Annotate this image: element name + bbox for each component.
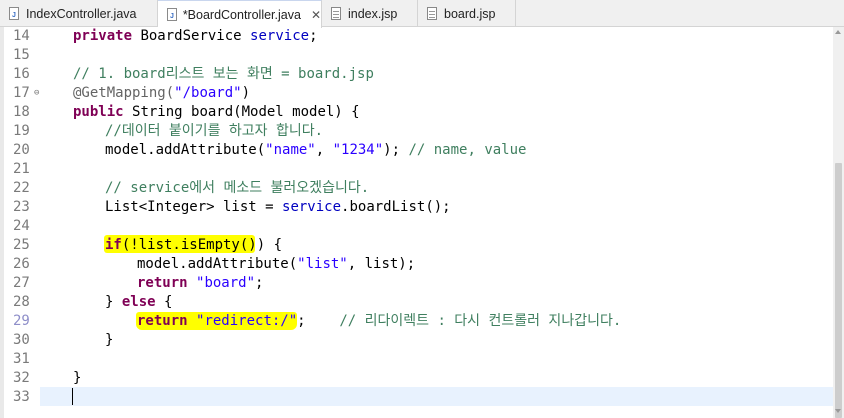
line-number: 17 xyxy=(13,85,30,101)
code-line: //데이터 붙이기를 하고자 합니다. xyxy=(105,123,324,139)
code-line: if(!list.isEmpty()) { xyxy=(105,237,283,253)
code-line: } xyxy=(105,332,114,348)
line-number: 25 xyxy=(13,237,30,253)
line-number: 30 xyxy=(13,332,30,348)
line-number: 32 xyxy=(13,370,30,386)
code-line: return "redirect:/"; // 리다이렉트 : 다시 컨트롤러 … xyxy=(137,313,622,329)
code-line: public String board(Model model) { xyxy=(73,104,360,120)
line-number: 15 xyxy=(13,47,30,63)
tab-index-controller[interactable]: J IndexController.java xyxy=(0,0,158,27)
close-icon[interactable]: ✕ xyxy=(311,8,321,22)
line-number: 33 xyxy=(13,389,30,405)
code-line: List<Integer> list = service.boardList()… xyxy=(105,199,451,215)
java-file-icon: J xyxy=(166,7,177,22)
line-number: 19 xyxy=(13,123,30,139)
tab-label: board.jsp xyxy=(444,6,496,21)
tab-label: *BoardController.java xyxy=(182,7,301,22)
code-line: model.addAttribute("list", list); xyxy=(137,256,416,272)
fold-collapse-icon[interactable]: ⊖ xyxy=(34,84,39,103)
text-caret xyxy=(72,388,73,405)
line-number: 18 xyxy=(13,104,30,120)
code-line: return "board"; xyxy=(137,275,264,291)
code-editor[interactable]: private BoardService service; // 1. boar… xyxy=(40,27,833,418)
line-number: 21 xyxy=(13,161,30,177)
jsp-file-icon xyxy=(330,6,342,21)
line-number: 24 xyxy=(13,218,30,234)
line-number-modified: 29 xyxy=(13,313,30,329)
scrollbar-thumb[interactable] xyxy=(835,163,842,418)
tab-board-controller[interactable]: J *BoardController.java ✕ xyxy=(158,0,322,28)
line-number: 31 xyxy=(13,351,30,367)
line-number: 27 xyxy=(13,275,30,291)
tab-label: index.jsp xyxy=(348,6,398,21)
jsp-file-icon xyxy=(426,6,438,21)
tab-board-jsp[interactable]: board.jsp xyxy=(418,0,516,27)
line-number: 22 xyxy=(13,180,30,196)
line-number: 16 xyxy=(13,66,30,82)
line-number: 20 xyxy=(13,142,30,158)
java-file-icon: J xyxy=(8,6,20,21)
code-line: } else { xyxy=(105,294,173,310)
line-number-gutter: 14 15 16 17 ⊖ 18 19 20 21 22 23 24 25 26… xyxy=(4,27,40,418)
scroll-down-arrow-icon[interactable] xyxy=(835,409,841,413)
code-line: // 1. board리스트 보는 화면 = board.jsp xyxy=(73,66,374,82)
code-line: } xyxy=(73,370,82,386)
line-number: 14 xyxy=(13,28,30,44)
code-line: // service에서 메소드 불러오겠습니다. xyxy=(105,180,370,196)
editor-tab-bar: J IndexController.java J *BoardControlle… xyxy=(0,0,844,28)
code-line: @GetMapping("/board") xyxy=(73,85,251,101)
vertical-scrollbar[interactable] xyxy=(833,27,844,418)
line-number: 28 xyxy=(13,294,30,310)
scroll-up-arrow-icon[interactable] xyxy=(835,30,841,34)
line-number: 23 xyxy=(13,199,30,215)
tab-index-jsp[interactable]: index.jsp xyxy=(322,0,418,27)
code-line: private BoardService service; xyxy=(73,28,318,44)
line-number: 26 xyxy=(13,256,30,272)
code-line: model.addAttribute("name", "1234"); // n… xyxy=(105,142,527,158)
tab-label: IndexController.java xyxy=(26,6,137,21)
